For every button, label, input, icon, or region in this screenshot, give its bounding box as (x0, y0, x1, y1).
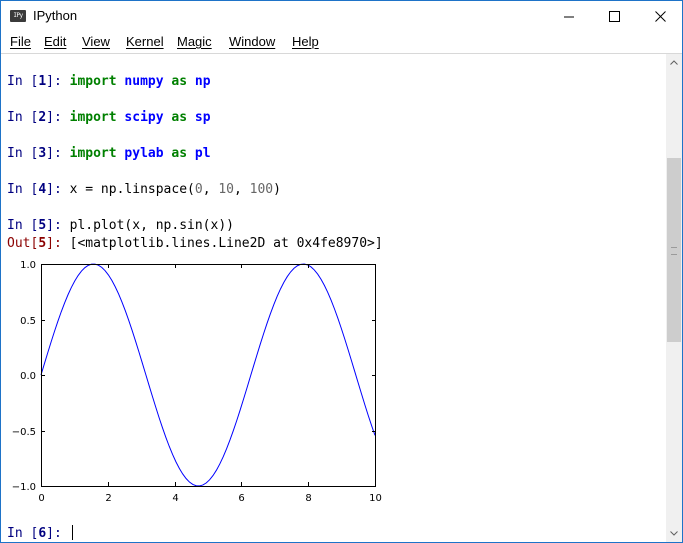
code-text: , (234, 182, 250, 197)
keyword: import (69, 146, 117, 161)
output-line-5: Out[5]: [<matplotlib.lines.Line2D at 0x4… (7, 236, 383, 252)
input-line-5: In [5]: pl.plot(x, np.sin(x)) (7, 218, 234, 234)
x-tick-label: 0 (38, 493, 44, 504)
menu-bar: File Edit View Kernel Magic Window Help (1, 32, 682, 53)
module-name: scipy (124, 110, 164, 125)
in-prompt-number: 5 (38, 218, 47, 233)
sine-plot: 0 2 4 6 8 10 1.0 0.5 0.0 −0.5 −1.0 (12, 260, 382, 504)
in-prompt-suffix: ]: (46, 146, 70, 161)
ipython-window: IPy IPython File Edit View Kernel Magic … (0, 0, 683, 543)
in-prompt: In [ (7, 526, 39, 541)
in-prompt: In [ (7, 146, 39, 161)
number-literal: 100 (249, 182, 274, 197)
x-tick-label: 4 (172, 493, 178, 504)
out-prompt: Out[ (7, 236, 39, 251)
console-area[interactable]: In [1]: import numpy as np In [2]: impor… (1, 54, 666, 542)
in-prompt: In [ (7, 218, 39, 233)
in-prompt: In [ (7, 110, 39, 125)
menu-edit[interactable]: Edit (44, 34, 66, 49)
module-alias: sp (194, 110, 211, 125)
in-prompt-number: 2 (38, 110, 47, 125)
code-text: ) (273, 182, 281, 197)
out-prompt-number: 5 (38, 236, 47, 251)
scroll-up-button[interactable] (666, 54, 682, 71)
keyword: as (171, 110, 188, 125)
scroll-up-arrow-icon (670, 60, 678, 65)
scroll-down-arrow-icon (670, 531, 678, 536)
x-tick-label: 6 (238, 493, 244, 504)
input-line-3: In [3]: import pylab as pl (7, 146, 211, 162)
sine-series-line (40, 263, 376, 487)
in-prompt-suffix: ]: (46, 74, 70, 89)
x-tick-label: 8 (305, 493, 311, 504)
in-prompt-suffix: ]: (46, 218, 70, 233)
input-line-1: In [1]: import numpy as np (7, 74, 211, 90)
menu-kernel[interactable]: Kernel (126, 34, 164, 49)
code-text: pl.plot(x, np.sin(x)) (69, 218, 234, 233)
maximize-button[interactable] (591, 1, 637, 32)
in-prompt-suffix: ]: (46, 526, 70, 541)
vertical-scrollbar[interactable] (666, 54, 682, 542)
keyword: import (69, 110, 117, 125)
input-line-2: In [2]: import scipy as sp (7, 110, 211, 126)
module-alias: np (194, 74, 211, 89)
keyword: as (171, 146, 188, 161)
module-name: numpy (124, 74, 164, 89)
keyword: import (69, 74, 117, 89)
code-text: , (202, 182, 219, 197)
out-prompt-suffix: ]: (46, 236, 70, 251)
keyword: as (171, 74, 188, 89)
text-cursor (71, 525, 73, 540)
in-prompt-suffix: ]: (46, 110, 70, 125)
minimize-icon (563, 16, 574, 18)
code-text: x = np.linspace( (69, 182, 195, 197)
number-literal: 0 (194, 182, 203, 197)
close-icon (654, 11, 666, 22)
menu-help[interactable]: Help (292, 34, 319, 49)
number-literal: 10 (218, 182, 234, 197)
x-tick-label: 10 (369, 493, 382, 504)
title-bar[interactable]: IPy IPython (1, 1, 682, 32)
menu-view[interactable]: View (82, 34, 110, 49)
scroll-down-button[interactable] (666, 525, 682, 542)
input-line-6[interactable]: In [6]: (7, 525, 73, 542)
minimize-button[interactable] (546, 1, 592, 32)
y-tick-label: 1.0 (20, 260, 36, 271)
menu-file[interactable]: File (10, 34, 31, 49)
in-prompt: In [ (7, 74, 39, 89)
x-tick-label: 2 (105, 493, 111, 504)
in-prompt-number: 6 (38, 526, 47, 541)
input-line-4: In [4]: x = np.linspace(0, 10, 100) (7, 182, 281, 198)
in-prompt-suffix: ]: (46, 182, 70, 197)
plot-frame (41, 264, 376, 487)
in-prompt-number: 4 (38, 182, 47, 197)
output-text: [<matplotlib.lines.Line2D at 0x4fe8970>] (69, 236, 383, 251)
in-prompt: In [ (7, 182, 39, 197)
plot-figure: 0 2 4 6 8 10 1.0 0.5 0.0 −0.5 −1.0 (1, 254, 391, 504)
menu-window[interactable]: Window (229, 34, 275, 49)
in-prompt-number: 3 (38, 146, 47, 161)
close-button[interactable] (637, 1, 683, 32)
y-tick-label: −1.0 (12, 482, 36, 493)
y-tick-label: 0.0 (20, 371, 36, 382)
menu-magic[interactable]: Magic (177, 34, 212, 49)
y-tick-label: −0.5 (12, 427, 36, 438)
maximize-icon (608, 11, 620, 22)
in-prompt-number: 1 (38, 74, 47, 89)
module-alias: pl (194, 146, 211, 161)
scroll-grip-icon (671, 247, 677, 255)
ipython-icon: IPy (10, 10, 26, 22)
y-tick-label: 0.5 (20, 316, 36, 327)
window-title: IPython (33, 8, 78, 23)
module-name: pylab (124, 146, 164, 161)
scroll-thumb[interactable] (667, 158, 681, 342)
